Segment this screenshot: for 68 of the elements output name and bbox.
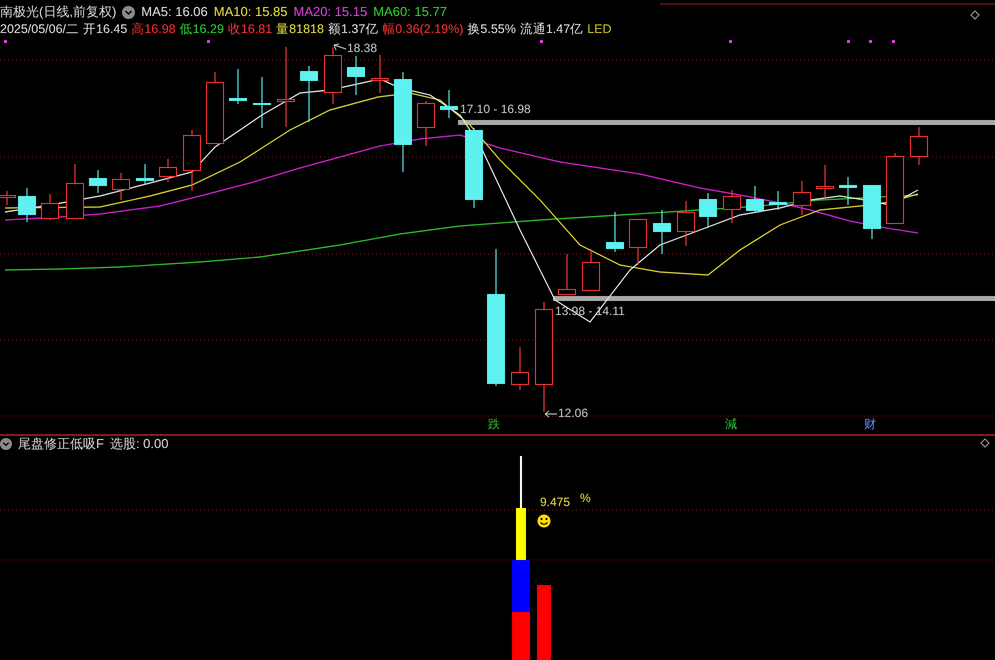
candlestick: [839, 176, 857, 206]
diamond-icon: [970, 10, 980, 20]
candlestick: [183, 130, 201, 192]
signal-marker: 财: [864, 417, 876, 431]
quote-value: 高16.98: [131, 21, 176, 37]
candlestick: [300, 66, 318, 122]
quote-value: 收16.81: [228, 21, 272, 37]
candlestick: [136, 164, 154, 184]
quote-value: 额1.37亿: [328, 21, 378, 37]
candlestick: [793, 180, 811, 216]
candlestick: [511, 346, 529, 390]
dropdown-icon[interactable]: [122, 6, 136, 18]
smiley-icon: [538, 514, 550, 528]
candlestick: [159, 158, 177, 182]
quote-value: 换5.55%: [467, 21, 516, 37]
candlestick: [677, 200, 695, 246]
quote-value: 量81818: [276, 21, 324, 37]
candlestick: [229, 68, 247, 104]
indicator-title: 尾盘修正低吸F: [18, 436, 104, 452]
candlestick: [558, 254, 576, 295]
candlestick: [440, 90, 458, 118]
candlestick: [417, 100, 435, 146]
indicator-reading: 选股: 0.00: [110, 436, 168, 452]
candlestick: [18, 188, 36, 222]
signal-marker: 減: [725, 417, 737, 431]
quote-value: 2025/05/06/二: [0, 21, 80, 37]
candlestick: [371, 54, 389, 94]
candlestick: [89, 170, 107, 194]
price-label: 12.06: [558, 406, 588, 421]
indicator-value: 9.475: [540, 495, 570, 510]
candlestick: [653, 210, 671, 254]
candlestick: [910, 126, 928, 166]
price-label: 18.38: [347, 41, 378, 56]
moving-average-value: MA20: 15.15: [294, 4, 368, 20]
moving-average-value: MA5: 16.06: [141, 4, 208, 20]
diamond-icon: [980, 438, 990, 448]
candlestick: [723, 190, 741, 224]
quote-value: 低16.29: [180, 21, 224, 37]
price-label: 17.10 - 16.98: [460, 102, 531, 117]
quote-value: LED: [587, 21, 612, 37]
candlestick: [66, 164, 84, 220]
quote-value: 幅0.36(2.19%): [382, 21, 464, 37]
candlestick: [112, 172, 130, 200]
candlestick: [699, 192, 717, 228]
quote-value: 开16.45: [83, 21, 128, 37]
candlestick: [816, 164, 834, 198]
candlestick: [769, 190, 787, 210]
moving-average-value: MA60: 15.77: [373, 4, 447, 20]
candlestick: [582, 248, 600, 292]
dropdown-icon[interactable]: [0, 438, 12, 450]
stock-title: 南极光(日线,前复权): [0, 4, 116, 20]
signal-marker: 跌: [488, 417, 500, 431]
indicator-line: [520, 456, 522, 508]
unit-label: %: [580, 491, 591, 506]
candlestick: [347, 56, 365, 96]
arrow-icon: [544, 410, 558, 418]
candlestick: [324, 46, 342, 104]
candlestick: [629, 218, 647, 266]
candlestick: [253, 76, 271, 128]
candlestick: [41, 194, 59, 220]
candlestick: [863, 185, 881, 240]
candlestick: [606, 212, 624, 252]
candlestick: [886, 152, 904, 224]
arrow-icon: [334, 44, 346, 50]
quote-value: 流通1.47亿: [520, 21, 584, 37]
indicator-bar: [512, 612, 530, 660]
moving-average-value: MA10: 15.85: [214, 4, 288, 20]
candlestick: [746, 186, 764, 212]
